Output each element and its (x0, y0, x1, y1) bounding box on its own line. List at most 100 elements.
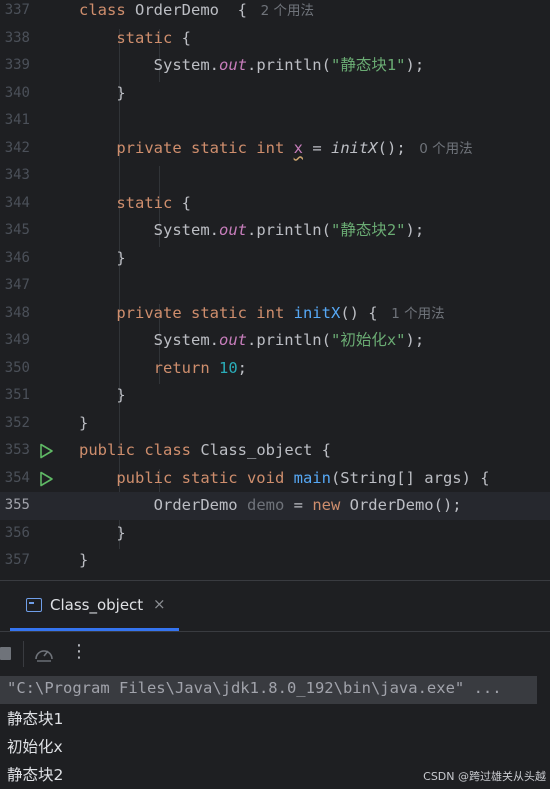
output-line: 静态块2 (7, 766, 64, 784)
line-number: 337 (4, 2, 30, 18)
code-line[interactable]: 349 System.out.println("初始化x"); (0, 327, 550, 355)
watermark: CSDN @跨过雄关从头越 (423, 770, 546, 783)
code-token: } (79, 248, 126, 267)
code-text: private static int initX() { 1 个用法 (79, 300, 445, 329)
line-number: 341 (4, 112, 30, 128)
code-token: } (79, 413, 89, 432)
code-token: OrderDemo { (135, 1, 257, 19)
code-token: .println( (246, 221, 331, 239)
code-line[interactable]: 351 } (0, 382, 550, 410)
code-line[interactable]: 337 class OrderDemo { 2 个用法 (0, 0, 550, 25)
code-token: new (312, 496, 350, 514)
code-text: public static void main(String[] args) { (79, 465, 490, 493)
code-token: (); (377, 138, 415, 157)
code-line[interactable]: 343 (0, 162, 550, 190)
code-line[interactable]: 338 static { (0, 25, 550, 53)
code-token: "静态块1" (330, 56, 406, 74)
code-token: .println( (246, 331, 331, 349)
code-token: (String[] args) { (330, 468, 490, 487)
run-gutter-icon[interactable] (38, 443, 54, 459)
line-number: 340 (4, 84, 30, 101)
code-token: OrderDemo(); (349, 496, 462, 514)
code-line[interactable]: 348 private static int initX() { 1 个用法 (0, 300, 550, 328)
code-token: } (79, 551, 89, 569)
run-gutter-icon[interactable] (38, 471, 54, 487)
code-token: ); (405, 331, 425, 349)
code-token: initX (330, 138, 378, 157)
code-token: } (79, 386, 126, 404)
line-number: 357 (4, 552, 30, 568)
code-editor[interactable]: 337 class OrderDemo { 2 个用法 338 static {33… (0, 0, 550, 580)
console-icon (26, 598, 42, 612)
code-token: static (79, 193, 182, 212)
usage-hint: 1 个用法 (386, 305, 445, 322)
code-line[interactable]: 347 (0, 272, 550, 300)
code-token: System. (79, 331, 219, 349)
line-number: 356 (4, 524, 30, 541)
line-number: 338 (4, 29, 30, 46)
code-text: System.out.println("初始化x"); (79, 327, 425, 355)
code-token: initX (293, 303, 341, 322)
code-line[interactable]: 350 return 10; (0, 355, 550, 383)
line-number: 355 (4, 497, 30, 513)
line-number: 344 (4, 194, 30, 211)
code-text: System.out.println("静态块1"); (79, 52, 425, 80)
code-line[interactable]: 340 } (0, 80, 550, 108)
usage-hint: 0 个用法 (414, 140, 473, 157)
code-text: } (79, 520, 125, 548)
code-line[interactable]: 356 } (0, 520, 550, 548)
code-line[interactable]: 342 private static int x = initX(); 0 个用… (0, 135, 550, 163)
code-text: } (79, 80, 125, 108)
command-line[interactable]: "C:\Program Files\Java\jdk1.8.0_192\bin\… (0, 676, 537, 704)
code-token: public class (79, 441, 201, 459)
code-line[interactable]: 352} (0, 410, 550, 438)
code-text: static { (79, 25, 191, 53)
code-text: } (79, 245, 126, 273)
code-token: out (218, 221, 247, 239)
code-text: class OrderDemo { 2 个用法 (79, 0, 314, 26)
run-tab-bar: Class_object × (0, 581, 550, 632)
code-token: demo (246, 496, 285, 514)
line-number: 339 (4, 57, 30, 73)
code-line[interactable]: 354 public static void main(String[] arg… (0, 465, 550, 493)
more-options-icon[interactable]: ⋮ (70, 641, 88, 662)
code-token: private static int (79, 303, 294, 322)
line-number: 348 (4, 304, 30, 321)
code-line[interactable]: 345 System.out.println("静态块2"); (0, 217, 550, 245)
code-line[interactable]: 344 static { (0, 190, 550, 218)
code-token: ); (405, 56, 425, 74)
line-number: 349 (4, 332, 30, 348)
code-token: main (293, 468, 331, 487)
code-line[interactable]: 357} (0, 547, 550, 575)
tab-class-object[interactable]: Class_object × (10, 581, 179, 631)
code-token: System. (79, 56, 219, 74)
code-token: "静态块2" (330, 221, 406, 239)
code-text: System.out.println("静态块2"); (79, 217, 425, 245)
code-line[interactable]: 355 OrderDemo demo = new OrderDemo(); (0, 492, 550, 520)
code-token: return (79, 358, 219, 377)
line-number: 354 (4, 469, 30, 486)
code-token: { (181, 193, 191, 212)
code-token: { (181, 28, 191, 47)
code-line[interactable]: 341 (0, 107, 550, 135)
line-number: 346 (4, 249, 30, 266)
code-line[interactable]: 353 public class Class_object { (0, 437, 550, 465)
code-token: out (218, 331, 247, 349)
code-text: return 10; (79, 355, 247, 383)
code-token: .println( (246, 56, 331, 74)
code-token: x (293, 138, 303, 157)
line-number: 351 (4, 387, 30, 403)
stop-icon[interactable] (0, 647, 11, 660)
code-text: private static int x = initX(); 0 个用法 (79, 135, 473, 164)
code-text: static { (79, 190, 191, 218)
code-token: "初始化x" (330, 331, 406, 349)
run-toolbar: ⋮ (0, 632, 550, 676)
output-line: 初始化x (7, 738, 63, 756)
code-line[interactable]: 346 } (0, 245, 550, 273)
code-line[interactable]: 339 System.out.println("静态块1"); (0, 52, 550, 80)
line-number: 347 (4, 277, 30, 293)
code-text: } (79, 547, 88, 575)
gauge-icon[interactable] (34, 645, 54, 663)
close-icon[interactable]: × (153, 595, 166, 613)
output-line: 静态块1 (7, 710, 64, 728)
